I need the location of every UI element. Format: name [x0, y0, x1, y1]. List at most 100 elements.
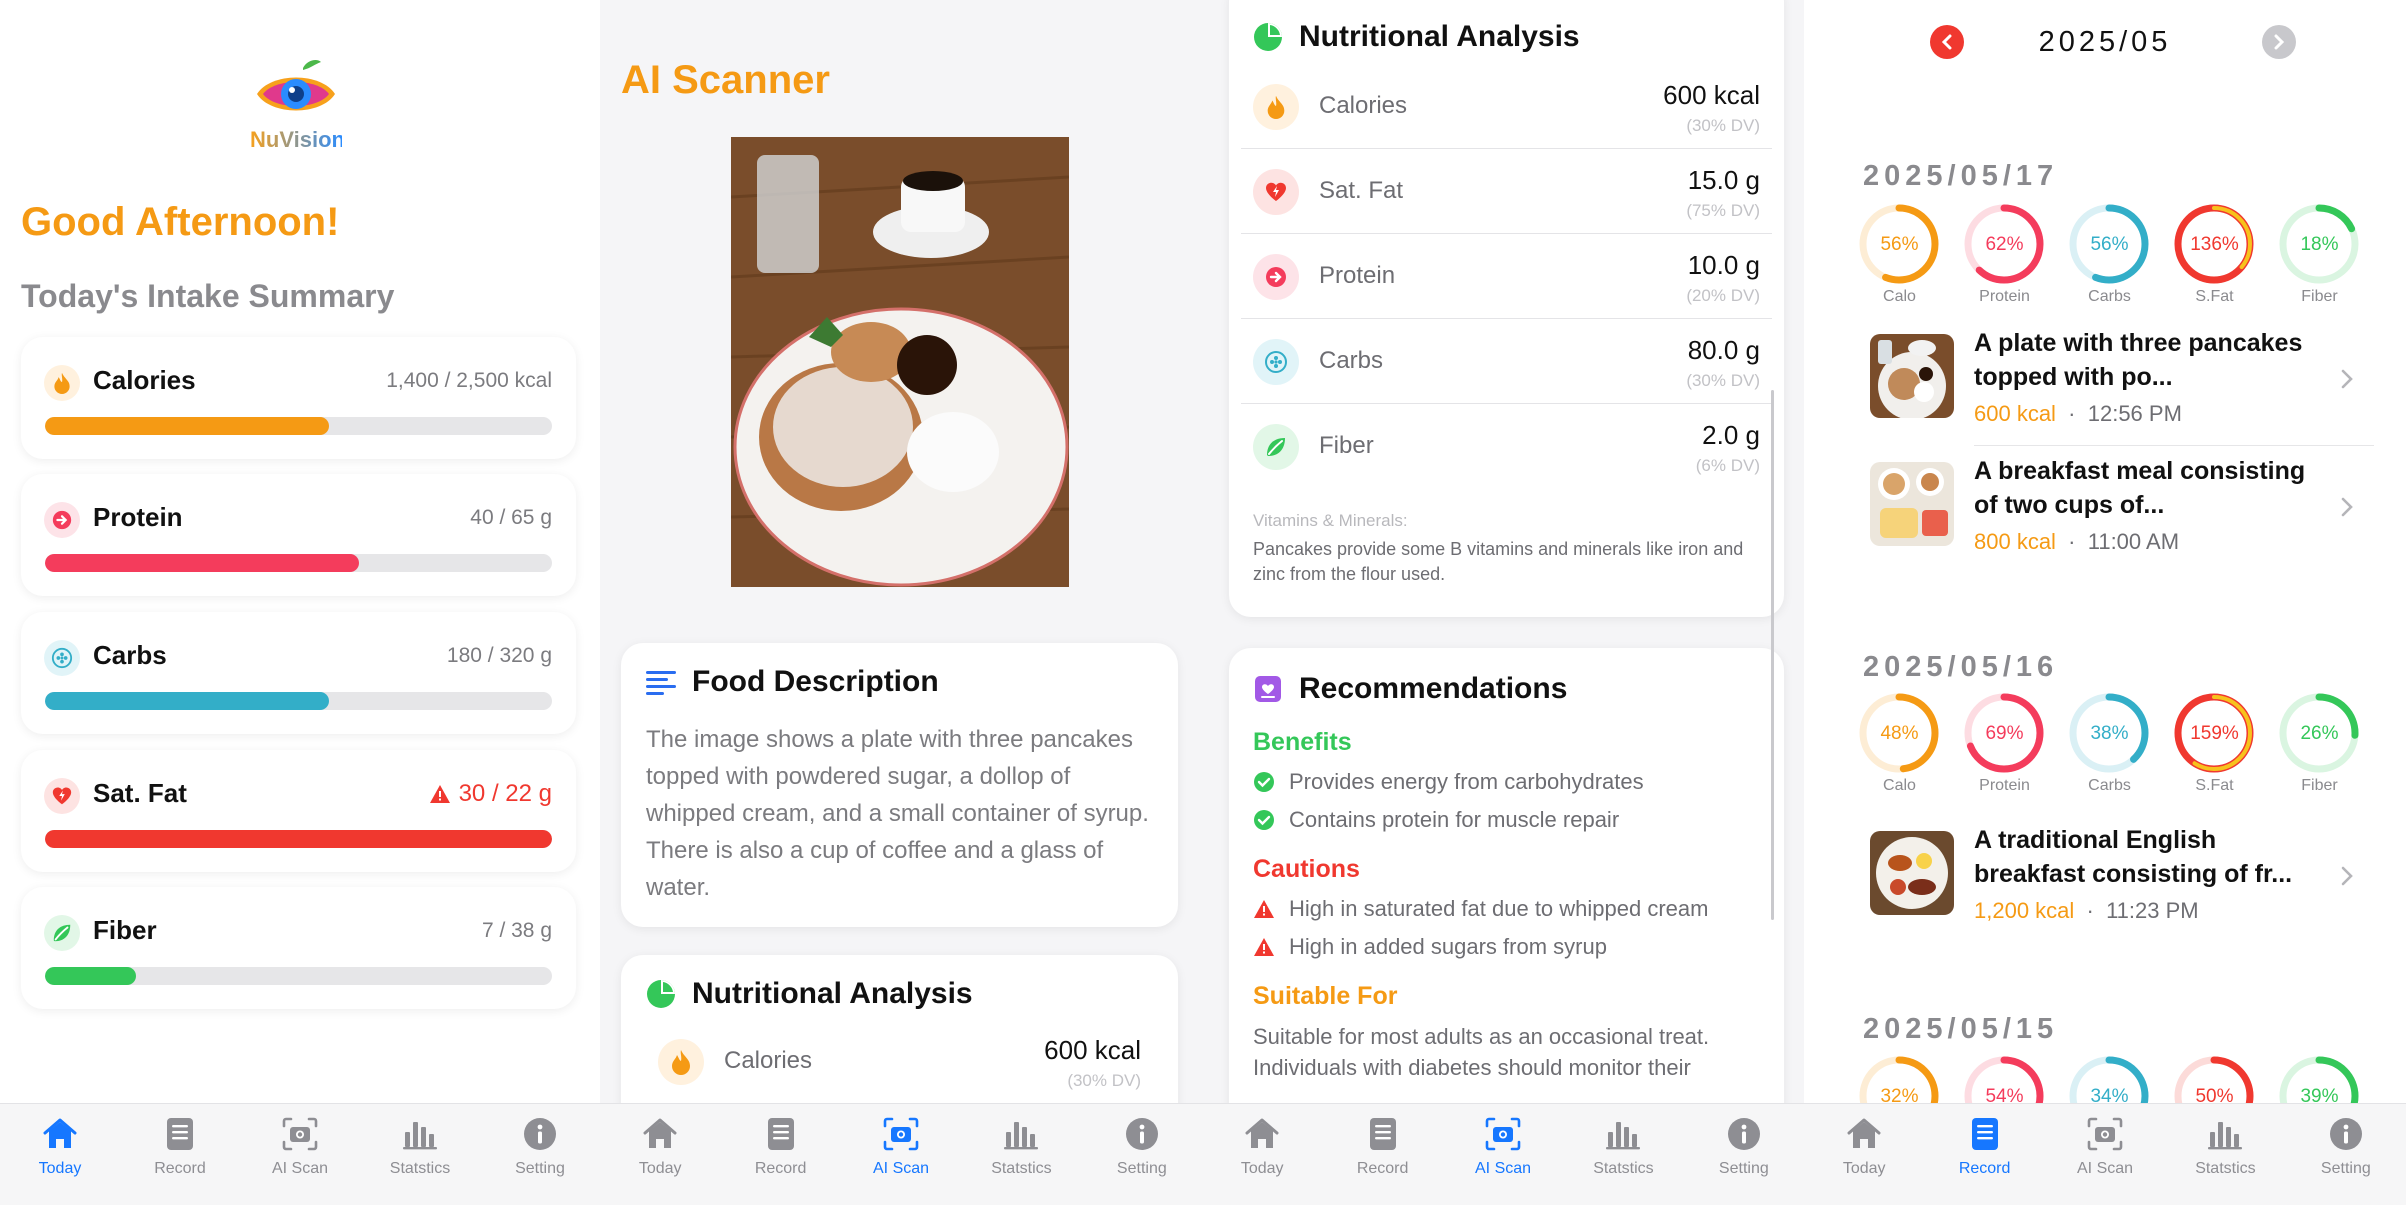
- tab-label: Statstics: [991, 1160, 1052, 1177]
- progress-ring: 62%: [1964, 204, 2044, 284]
- tab-record[interactable]: Record: [720, 1104, 840, 1205]
- checkmark-circle-icon: [1254, 772, 1274, 792]
- caution-item: High in saturated fat due to whipped cre…: [1253, 896, 1760, 922]
- tab-label: Today: [38, 1160, 82, 1177]
- tab-record[interactable]: Record: [1924, 1104, 2044, 1205]
- ring-sfat: 136% S.Fat: [2173, 203, 2256, 306]
- tab-label: Setting: [1116, 1160, 1167, 1177]
- ring-percent: 38%: [2090, 723, 2128, 744]
- info-icon: [1122, 1114, 1162, 1154]
- meal-title: A plate with three pancakes topped with …: [1974, 329, 2303, 391]
- chevron-right-icon: [2340, 366, 2354, 397]
- ring-label: Protein: [1979, 777, 2030, 794]
- nutrient-value: 40 / 65 g: [470, 506, 552, 529]
- nutrient-value: 80.0 g: [1687, 335, 1760, 365]
- tab-label: Record: [1958, 1160, 2011, 1177]
- ring-fiber: 26% Fiber: [2278, 692, 2361, 795]
- nutrient-name: Carbs: [93, 640, 167, 670]
- info-icon: [2326, 1114, 2366, 1154]
- tab-label: Setting: [515, 1160, 565, 1177]
- meal-list-item[interactable]: A plate with three pancakes topped with …: [1864, 318, 2374, 446]
- info-icon: [1724, 1114, 1764, 1154]
- vitamins-text: Pancakes provide some B vitamins and min…: [1253, 539, 1744, 584]
- tab-statstics[interactable]: Statstics: [360, 1104, 480, 1205]
- ring-label: S.Fat: [2195, 288, 2234, 305]
- ring-label: Carbs: [2088, 288, 2131, 305]
- app-screens: NuVision Good Afternoon! Today's Intake …: [0, 0, 2406, 1205]
- house-icon: [1242, 1114, 1282, 1154]
- tab-aiscan[interactable]: AI Scan: [1443, 1104, 1563, 1205]
- leaf-icon: [1253, 424, 1299, 470]
- nutrient-card-calories[interactable]: Calories 1,400 / 2,500 kcal: [21, 337, 576, 459]
- daily-rings: 48% Calo 69% Protein 38% Carbs 159% S.Fa…: [1858, 692, 2361, 795]
- tab-aiscan[interactable]: AI Scan: [841, 1104, 961, 1205]
- nutrient-dv: (75% DV): [1686, 201, 1760, 220]
- nutrient-name: Carbs: [1319, 347, 1384, 374]
- nutrient-card-protein[interactable]: Protein 40 / 65 g: [21, 474, 576, 596]
- chevron-right-icon: [2340, 494, 2354, 525]
- meal-list-item[interactable]: A traditional English breakfast consisti…: [1864, 815, 2374, 943]
- ring-percent: 62%: [1985, 234, 2023, 255]
- next-month-button[interactable]: [2262, 25, 2296, 59]
- tab-statstics[interactable]: Statstics: [2165, 1104, 2285, 1205]
- nutrient-value: 600 kcal: [1044, 1035, 1141, 1065]
- ring-label: Calo: [1883, 777, 1916, 794]
- tab-aiscan[interactable]: AI Scan: [240, 1104, 360, 1205]
- scrollbar[interactable]: [1771, 390, 1774, 920]
- meal-title: A traditional English breakfast consisti…: [1974, 826, 2293, 888]
- tab-setting[interactable]: Setting: [1684, 1104, 1804, 1205]
- ring-percent: 69%: [1985, 723, 2023, 744]
- ring-label: Fiber: [2301, 288, 2338, 305]
- tab-today[interactable]: Today: [1804, 1104, 1924, 1205]
- meal-time: 12:56 PM: [2087, 401, 2182, 426]
- nutrient-name: Protein: [1319, 262, 1396, 289]
- leaf-icon: [44, 915, 80, 951]
- bar-chart-icon: [2205, 1114, 2245, 1154]
- tab-setting[interactable]: Setting: [2286, 1104, 2406, 1205]
- tab-today[interactable]: Today: [0, 1104, 120, 1205]
- nutrient-row-calories: Calories 600 kcal (30% DV): [1241, 64, 1772, 149]
- progress-fill: [45, 692, 329, 710]
- nutrient-name: Sat. Fat: [93, 778, 187, 808]
- tab-statstics[interactable]: Statstics: [1563, 1104, 1683, 1205]
- day-title: 2025/05/15: [1863, 1013, 2059, 1045]
- tab-label: Statstics: [389, 1160, 451, 1177]
- tab-setting[interactable]: Setting: [480, 1104, 600, 1205]
- bar-chart-icon: [1001, 1114, 1041, 1154]
- ring-label: Fiber: [2301, 777, 2338, 794]
- tab-label: Statstics: [1593, 1160, 1654, 1177]
- greeting: Good Afternoon!: [21, 200, 340, 244]
- chevron-right-icon: [2340, 863, 2354, 894]
- nutrient-value: 15.0 g: [1687, 165, 1760, 195]
- meal-list-item[interactable]: A breakfast meal consisting of two cups …: [1864, 446, 2374, 574]
- recommendation-icon: [1255, 676, 1281, 702]
- tab-today[interactable]: Today: [1202, 1104, 1322, 1205]
- tab-setting[interactable]: Setting: [1082, 1104, 1202, 1205]
- recommendations-title: Recommendations: [1299, 672, 1568, 705]
- nutrient-name: Calories: [1319, 92, 1408, 119]
- tab-record[interactable]: Record: [1322, 1104, 1442, 1205]
- heart-bolt-icon: [1253, 169, 1299, 215]
- recommendations-card: Recommendations Benefits Provides energy…: [1229, 648, 1784, 1168]
- food-photo: [731, 137, 1069, 587]
- ring-protein: 69% Protein: [1963, 692, 2046, 795]
- progress-bar: [45, 967, 552, 985]
- caution-item: High in added sugars from syrup: [1253, 934, 1760, 960]
- tab-aiscan[interactable]: AI Scan: [2045, 1104, 2165, 1205]
- tab-today[interactable]: Today: [600, 1104, 720, 1205]
- meal-meta: 600 kcal · 12:56 PM: [1974, 401, 2182, 426]
- nutrient-card-fiber[interactable]: Fiber 7 / 38 g: [21, 887, 576, 1009]
- nutrient-card-carbs[interactable]: Carbs 180 / 320 g: [21, 612, 576, 734]
- nutrient-row-fiber: Fiber 2.0 g (6% DV): [1241, 404, 1772, 489]
- tab-label: Today: [1240, 1160, 1284, 1177]
- tab-bar: Today Record AI Scan Statstics Setting: [1804, 1103, 2406, 1205]
- tab-record[interactable]: Record: [120, 1104, 240, 1205]
- cautions-label: Cautions: [1253, 855, 1360, 883]
- nutrient-card-satfat[interactable]: Sat. Fat 30 / 22 g: [21, 750, 576, 872]
- ai-scanner-screen: AI Scanner Food Description The image sh…: [600, 0, 1202, 1205]
- house-icon: [640, 1114, 680, 1154]
- tab-label: Setting: [1718, 1160, 1769, 1177]
- benefits-list: Provides energy from carbohydrates Contai…: [1253, 769, 1760, 833]
- tab-bar: Today Record AI Scan Statstics Setting: [600, 1103, 1202, 1205]
- tab-statstics[interactable]: Statstics: [961, 1104, 1081, 1205]
